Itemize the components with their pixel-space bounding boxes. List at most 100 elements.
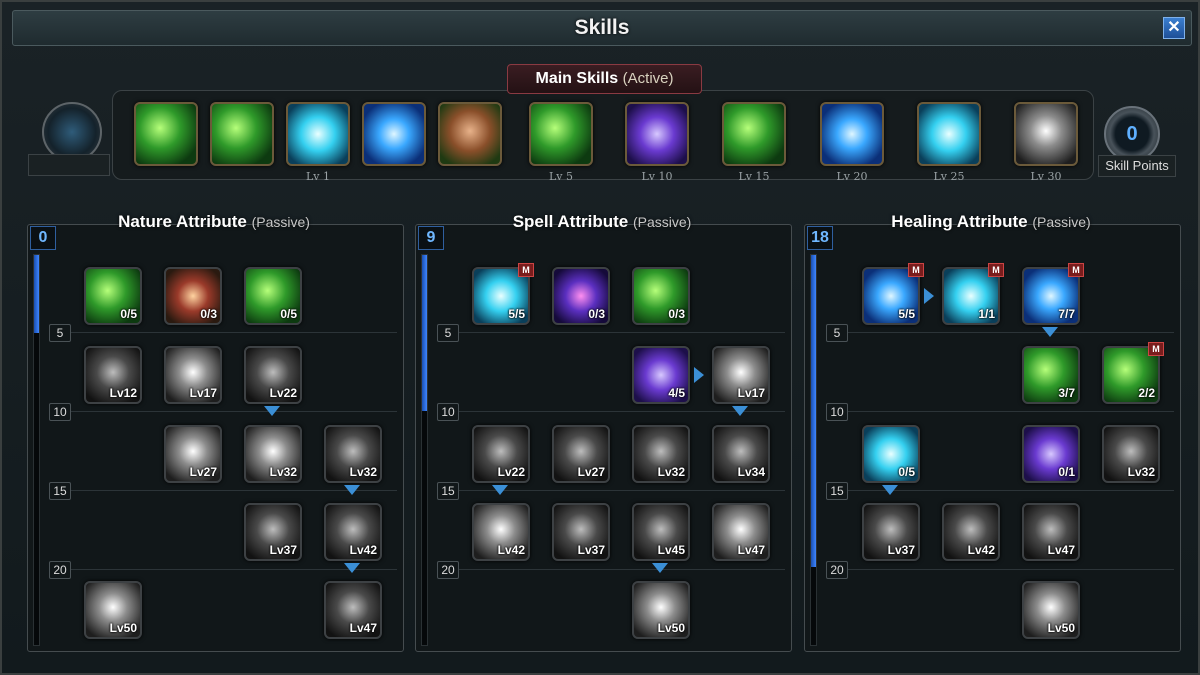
- locked-skill-icon[interactable]: Lv22: [472, 425, 530, 483]
- leaf-storm-icon[interactable]: [529, 102, 593, 166]
- locked-skill-icon[interactable]: Lv34: [712, 425, 770, 483]
- locked-skill-icon[interactable]: Lv42: [942, 503, 1000, 561]
- arcane-circle-icon[interactable]: 4/5: [632, 346, 690, 404]
- main-skill-level-label: Lv 1: [305, 170, 330, 183]
- main-skill-level-label: Lv 15: [738, 170, 770, 183]
- main-skills-title: Main Skills: [535, 70, 619, 87]
- locked-skill-icon[interactable]: Lv45: [632, 503, 690, 561]
- lightning-burst-icon[interactable]: 5/5 M: [472, 263, 534, 325]
- water-orb-icon[interactable]: 7/7 M: [1022, 263, 1084, 325]
- locked-skill-icon[interactable]: Lv42: [324, 503, 382, 561]
- panel-title-text: Spell Attribute: [512, 212, 633, 231]
- tier-divider: [445, 569, 785, 570]
- skill-level-value: 0/3: [668, 307, 685, 321]
- wave-icon[interactable]: 0/1: [1022, 425, 1080, 483]
- arrow-right-icon: [694, 367, 704, 383]
- tier-label: 15: [49, 482, 71, 500]
- progress-track: [421, 254, 428, 646]
- skill-level-value: 0/5: [898, 465, 915, 479]
- locked-skill-icon[interactable]: Lv17: [164, 346, 222, 404]
- skill-level-value: Lv32: [1127, 465, 1155, 479]
- arrow-down-icon: [264, 406, 280, 416]
- skill-level-value: 0/3: [200, 307, 217, 321]
- attribute-points: 9: [418, 226, 444, 250]
- skill-level-value: Lv37: [887, 543, 915, 557]
- energy-orb-icon[interactable]: 5/5 M: [862, 263, 924, 325]
- locked-skill-icon[interactable]: Lv50: [632, 581, 690, 639]
- locked-skill-icon[interactable]: Lv42: [472, 503, 530, 561]
- energy-orb-icon[interactable]: [362, 102, 426, 166]
- skill-level-value: Lv50: [1047, 621, 1075, 635]
- bamboo-icon[interactable]: 0/3: [632, 267, 690, 325]
- locked-skill-icon[interactable]: Lv17: [712, 346, 770, 404]
- panel-title-subtitle: (Passive): [1032, 214, 1091, 230]
- panel-title-text: Nature Attribute: [118, 212, 252, 231]
- locked-skill-icon[interactable]: Lv47: [324, 581, 382, 639]
- locked-skill-icon[interactable]: Lv50: [1022, 581, 1080, 639]
- arrow-down-icon: [732, 406, 748, 416]
- vortex-icon[interactable]: [917, 102, 981, 166]
- locked-skill-icon[interactable]: Lv12: [84, 346, 142, 404]
- locked-skill-icon[interactable]: Lv47: [1022, 503, 1080, 561]
- tier-label: 20: [437, 561, 459, 579]
- main-skill-level-label: Lv 30: [1030, 170, 1062, 183]
- skill-level-value: 0/3: [588, 307, 605, 321]
- skill-level-value: Lv34: [737, 465, 765, 479]
- tier-label: 10: [826, 403, 848, 421]
- eye-icon[interactable]: Lv27: [164, 425, 222, 483]
- main-skills-subtitle: (Active): [622, 70, 674, 87]
- skill-level-value: Lv22: [497, 465, 525, 479]
- tier-label: 20: [826, 561, 848, 579]
- panel-title: Nature Attribute (Passive): [84, 212, 344, 232]
- arrow-right-icon: [924, 288, 934, 304]
- skill-level-value: Lv17: [189, 386, 217, 400]
- locked-skill-icon[interactable]: Lv22: [244, 346, 302, 404]
- lightning-strike-icon[interactable]: [820, 102, 884, 166]
- locked-skill-icon[interactable]: [1014, 102, 1078, 166]
- nature-orb-icon[interactable]: 3/7: [1022, 346, 1080, 404]
- star-shower-icon[interactable]: 0/3: [552, 267, 610, 325]
- vine-whip-icon[interactable]: [722, 102, 786, 166]
- skill-level-value: 5/5: [508, 307, 525, 321]
- panel-title-subtitle: (Passive): [632, 214, 692, 230]
- locked-skill-icon[interactable]: Lv27: [552, 425, 610, 483]
- mastered-badge: M: [518, 263, 534, 277]
- fire-strike-icon[interactable]: 0/3: [164, 267, 222, 325]
- skill-level-value: Lv17: [737, 386, 765, 400]
- monk-face-icon[interactable]: [438, 102, 502, 166]
- main-skill-level-label: Lv 5: [548, 170, 573, 183]
- wind-slash-icon[interactable]: [210, 102, 274, 166]
- locked-skill-icon[interactable]: Lv32: [1102, 425, 1160, 483]
- mastered-badge: M: [908, 263, 924, 277]
- vine-whip-icon[interactable]: 2/2 M: [1102, 342, 1164, 404]
- leaf-slash-icon[interactable]: [134, 102, 198, 166]
- locked-skill-icon[interactable]: Lv37: [552, 503, 610, 561]
- progress-track: [33, 254, 40, 646]
- mastered-badge: M: [988, 263, 1004, 277]
- arrow-down-icon: [344, 563, 360, 573]
- close-button[interactable]: ✕: [1163, 17, 1185, 39]
- skill-points-label: Skill Points: [1098, 155, 1176, 177]
- locked-skill-icon[interactable]: Lv37: [244, 503, 302, 561]
- skill-level-value: Lv27: [189, 465, 217, 479]
- locked-skill-icon[interactable]: Lv37: [862, 503, 920, 561]
- locked-skill-icon[interactable]: Lv32: [632, 425, 690, 483]
- locked-skill-icon[interactable]: Lv32: [324, 425, 382, 483]
- skill-level-value: Lv32: [657, 465, 685, 479]
- skill-level-value: 0/5: [280, 307, 297, 321]
- locked-skill-icon[interactable]: Lv50: [84, 581, 142, 639]
- wind-blade-icon[interactable]: 0/5: [84, 267, 142, 325]
- progress-fill: [811, 255, 816, 567]
- arcane-circle-icon[interactable]: [625, 102, 689, 166]
- skill-level-value: 3/7: [1058, 386, 1075, 400]
- locked-skill-icon[interactable]: Lv32: [244, 425, 302, 483]
- skill-level-value: Lv32: [349, 465, 377, 479]
- tier-divider: [57, 411, 397, 412]
- locked-skill-icon[interactable]: Lv47: [712, 503, 770, 561]
- sparkle-icon[interactable]: 1/1 M: [942, 263, 1004, 325]
- lightning-burst-icon[interactable]: [286, 102, 350, 166]
- title-bar: Skills ✕: [12, 10, 1192, 46]
- arrow-down-icon: [882, 485, 898, 495]
- frost-burst-icon[interactable]: 0/5: [862, 425, 920, 483]
- leaf-icon[interactable]: 0/5: [244, 267, 302, 325]
